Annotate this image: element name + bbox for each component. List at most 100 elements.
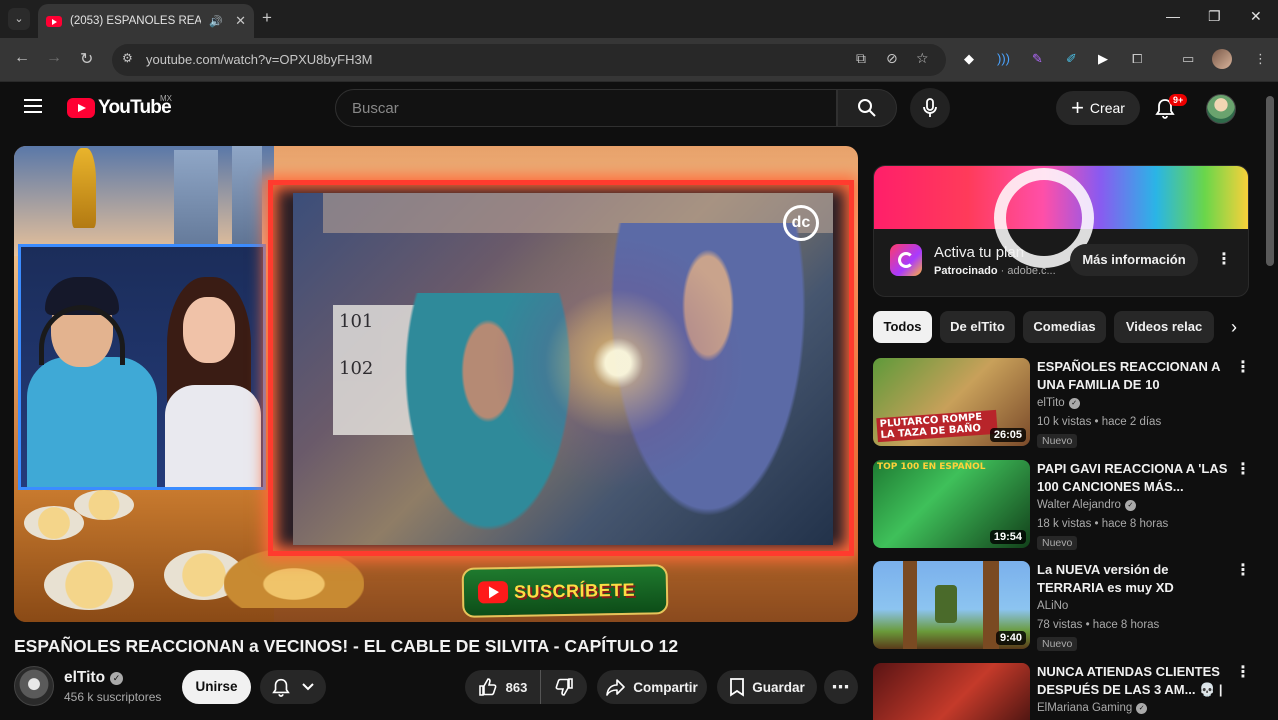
plus-icon: + — [1071, 95, 1084, 120]
video-menu-kebab-icon[interactable]: ⋮ — [1235, 665, 1249, 681]
thumbs-down-icon — [555, 678, 573, 696]
browser-menu-icon[interactable]: ⋮ — [1254, 51, 1267, 67]
channel-name[interactable]: ALiNo — [1037, 600, 1068, 612]
menu-hamburger-icon[interactable] — [24, 99, 42, 113]
search-input[interactable] — [336, 90, 836, 126]
save-button[interactable]: Guardar — [717, 670, 817, 704]
video-menu-kebab-icon[interactable]: ⋮ — [1235, 563, 1251, 579]
browser-profile-avatar[interactable] — [1212, 49, 1232, 69]
reload-icon[interactable]: ↻ — [80, 49, 93, 69]
tab-search-button[interactable]: ⌄ — [8, 8, 30, 30]
ad-menu-kebab-icon[interactable]: ⋮ — [1216, 252, 1232, 268]
sponsored-ad-card[interactable]: Activa tu plan Patrocinado · adobe.c... … — [873, 165, 1249, 297]
recommended-video[interactable]: NUNCA ATIENDAS CLIENTES DESPUÉS DE LAS 3… — [873, 663, 1249, 720]
recommended-channel[interactable]: ALiNo — [1037, 600, 1068, 612]
extension-wave-icon[interactable]: ))) — [997, 51, 1010, 66]
recommended-video-title[interactable]: NUNCA ATIENDAS CLIENTES DESPUÉS DE LAS 3… — [1037, 663, 1229, 699]
restore-icon[interactable]: ❐ — [1208, 8, 1221, 25]
chip-videos-relacionados[interactable]: Videos relac — [1114, 311, 1214, 343]
chevron-right-icon[interactable]: › — [1213, 311, 1249, 343]
extension-diamond-icon[interactable]: ◆ — [964, 51, 974, 67]
eye-off-icon[interactable]: ⊘ — [886, 50, 898, 67]
chip-comedias[interactable]: Comedias — [1023, 311, 1106, 343]
video-player[interactable]: 101 102 201 dc SUSCRÍBETE — [14, 146, 858, 622]
chip-todos[interactable]: Todos — [873, 311, 932, 343]
new-badge: Nuevo — [1037, 637, 1078, 651]
page-scrollbar[interactable] — [1266, 96, 1274, 266]
channel-name[interactable]: ElMariana Gaming — [1037, 702, 1132, 714]
browser-tab-active[interactable]: (2053) ESPAÑOLES REACCIO 🔊 ✕ — [38, 4, 254, 38]
join-button[interactable]: Unirse — [182, 670, 251, 704]
channel-name[interactable]: elTito — [1037, 397, 1065, 409]
channel-name[interactable]: Walter Alejandro — [1037, 499, 1121, 511]
channel-avatar[interactable] — [14, 666, 54, 706]
youtube-favicon-icon — [46, 15, 62, 27]
recommended-video-title[interactable]: PAPI GAVI REACCIONA A 'LAS 100 CANCIONES… — [1037, 460, 1229, 496]
account-avatar[interactable] — [1206, 94, 1236, 124]
video-menu-kebab-icon[interactable]: ⋮ — [1235, 360, 1251, 376]
video-meta: 78 vistas • hace 8 horas — [1037, 619, 1160, 631]
recommended-channel[interactable]: Walter Alejandro ✓ — [1037, 499, 1136, 511]
url-text[interactable]: youtube.com/watch?v=OPXU8byFH3M — [146, 52, 373, 67]
site-info-icon[interactable]: ⚙ — [122, 51, 133, 65]
install-app-icon[interactable]: ⧉ — [856, 50, 866, 67]
bookmark-star-icon[interactable]: ☆ — [916, 50, 929, 67]
recommended-channel[interactable]: ElMariana Gaming ✓ — [1037, 702, 1148, 714]
dislike-button[interactable] — [541, 670, 587, 704]
extensions-puzzle-icon[interactable]: ⧠ — [1132, 51, 1142, 67]
video-thumbnail[interactable] — [873, 663, 1030, 720]
like-button[interactable]: 863 — [465, 670, 541, 704]
create-label: Crear — [1089, 100, 1125, 116]
video-thumbnail[interactable]: TOP 100 EN ESPAÑOL 19:54 — [873, 460, 1030, 548]
verified-check-icon: ✓ — [1136, 702, 1148, 714]
back-arrow-icon[interactable]: ← — [14, 49, 30, 67]
video-thumbnail[interactable]: PLUTARCO ROMPE LA TAZA DE BAÑO 26:05 — [873, 358, 1030, 446]
youtube-logo[interactable]: YouTube — [67, 97, 172, 119]
voice-search-button[interactable] — [910, 88, 950, 128]
related-filter-chips: Todos De elTito Comedias Videos relac › — [873, 311, 1249, 343]
extension-pin-icon[interactable]: ✐ — [1066, 51, 1077, 67]
microphone-icon — [923, 98, 937, 117]
subscribe-overlay-banner: SUSCRÍBETE — [461, 564, 669, 618]
create-button[interactable]: + Crear — [1056, 91, 1140, 125]
address-bar[interactable]: ⚙ youtube.com/watch?v=OPXU8byFH3M ⧉ ⊘ ☆ — [112, 44, 946, 76]
recommended-video-title[interactable]: ESPAÑOLES REACCIONAN A UNA FAMILIA DE 10… — [1037, 358, 1229, 394]
speaker-icon[interactable]: 🔊 — [209, 15, 223, 28]
close-window-icon[interactable]: ✕ — [1250, 8, 1262, 25]
recommended-channel[interactable]: elTito ✓ — [1037, 397, 1080, 409]
forward-arrow-icon[interactable]: → — [46, 49, 62, 67]
ad-more-info-button[interactable]: Más información — [1070, 244, 1198, 276]
ad-title[interactable]: Activa tu plan — [934, 244, 1024, 261]
search-box[interactable] — [335, 89, 837, 127]
more-actions-button[interactable]: ⋯ — [824, 670, 858, 704]
ad-sponsor-line: Patrocinado · adobe.c... — [934, 265, 1056, 277]
recommended-video[interactable]: PLUTARCO ROMPE LA TAZA DE BAÑO 26:05 ESP… — [873, 358, 1251, 448]
tab-close-icon[interactable]: ✕ — [235, 13, 246, 29]
cast-icon[interactable]: ▭ — [1182, 51, 1194, 67]
chevron-down-icon — [302, 683, 314, 691]
channel-name-link[interactable]: elTito ✓ — [64, 669, 124, 687]
video-menu-kebab-icon[interactable]: ⋮ — [1235, 462, 1251, 478]
background-building — [232, 146, 262, 256]
recommended-video[interactable]: 9:40 La NUEVA versión de TERRARIA es muy… — [873, 561, 1251, 651]
subscriber-count: 456 k suscriptores — [64, 690, 162, 704]
video-duration: 26:05 — [989, 428, 1026, 442]
search-button[interactable] — [837, 89, 897, 127]
video-meta: 10 k vistas • hace 2 días — [1037, 416, 1162, 428]
extension-play-icon[interactable]: ▶ — [1098, 51, 1108, 67]
chip-de-eltito[interactable]: De elTito — [940, 311, 1015, 343]
sombrero-decoration — [224, 548, 364, 608]
browser-tab-strip: ⌄ (2053) ESPAÑOLES REACCIO 🔊 ✕ + — ❐ ✕ — [0, 0, 1278, 38]
ad-banner-image[interactable] — [874, 166, 1248, 268]
extension-feather-icon[interactable]: ✎ — [1032, 51, 1043, 67]
streamer-female — [155, 275, 263, 487]
video-thumbnail[interactable]: 9:40 — [873, 561, 1030, 649]
recommended-video-title[interactable]: La NUEVA versión de TERRARIA es muy XD — [1037, 561, 1229, 597]
recommended-video[interactable]: TOP 100 EN ESPAÑOL 19:54 PAPI GAVI REACC… — [873, 460, 1251, 550]
new-tab-button[interactable]: + — [262, 8, 272, 28]
share-button[interactable]: Compartir — [597, 670, 707, 704]
subscription-bell-button[interactable] — [260, 670, 326, 704]
verified-check-icon: ✓ — [1068, 397, 1080, 409]
minimize-icon[interactable]: — — [1166, 8, 1180, 24]
channel-name[interactable]: elTito — [64, 669, 105, 687]
